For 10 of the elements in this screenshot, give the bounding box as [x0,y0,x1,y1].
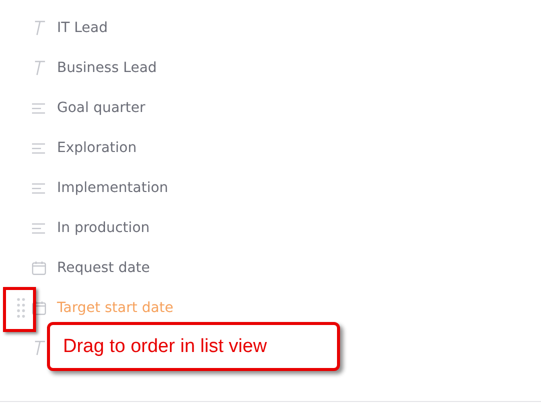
field-name[interactable]: In production [57,220,150,236]
field-name[interactable]: IT Lead [57,20,108,36]
field-name[interactable]: Implementation [57,180,168,196]
highlight-frame [3,287,36,332]
drag-handle-icon[interactable] [17,298,25,318]
field-name[interactable]: Request date [57,260,150,276]
field-name[interactable]: Exploration [57,140,137,156]
field-name[interactable]: Business Lead [57,60,157,76]
field-name[interactable]: Goal quarter [57,100,146,116]
callout-text: Drag to order in list view [63,336,267,358]
